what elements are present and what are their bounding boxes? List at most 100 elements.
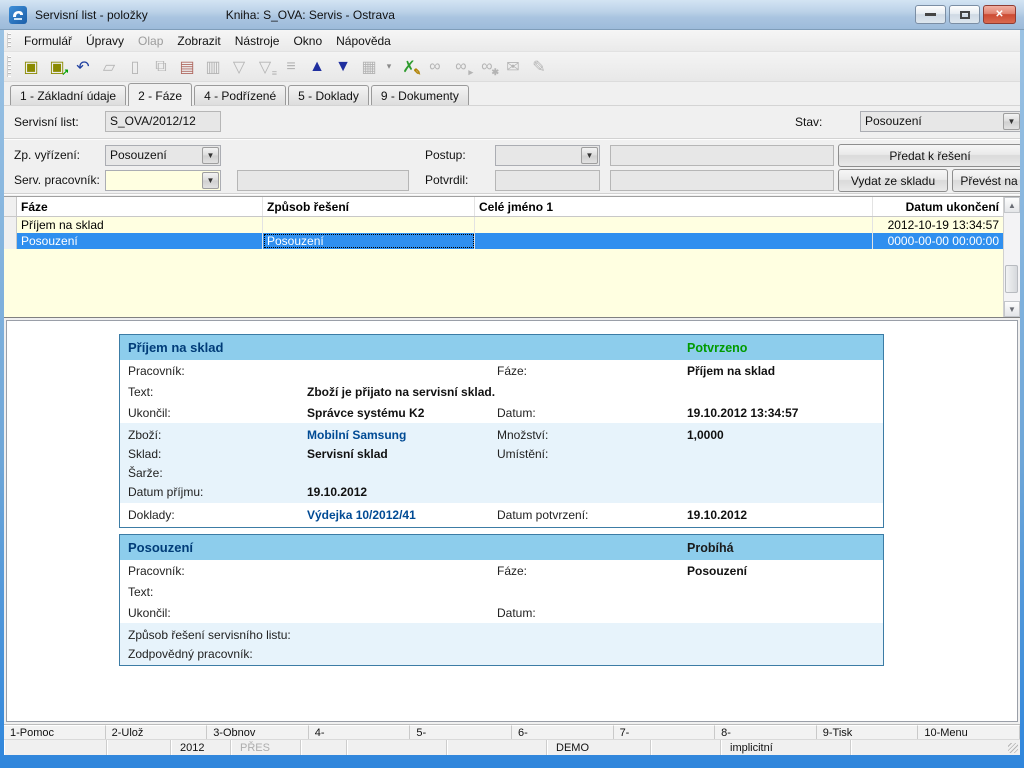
send-mail-icon: ✉	[501, 56, 525, 78]
predat-k-reseni-button[interactable]: Předat k řešení	[838, 144, 1020, 167]
faze-value: Posouzení	[687, 564, 883, 578]
grid-row-2[interactable]: PosouzeníPosouzení 0000-00-00 00:00:00	[4, 233, 1003, 249]
grid-cell[interactable]	[475, 217, 873, 233]
potvrdil-field[interactable]	[495, 170, 600, 191]
separator	[4, 138, 1020, 140]
edit-note-icon: ✎	[527, 56, 551, 78]
menu-item-napoveda[interactable]: Nápověda	[329, 32, 398, 50]
column-header-zpusob-reseni[interactable]: Způsob řešení	[263, 197, 475, 216]
scrollbar-thumb[interactable]	[1005, 265, 1018, 293]
undo-icon-glyph: ↶	[76, 57, 89, 77]
modify-icon[interactable]: ✗✎	[397, 56, 421, 78]
menubar-gripper-handle[interactable]	[7, 33, 11, 48]
find-next-icon: ∞▸	[449, 56, 473, 78]
menu-item-okno[interactable]: Okno	[286, 32, 329, 50]
paste-icon[interactable]: ▤	[175, 56, 199, 78]
scroll-down-icon[interactable]: ▼	[1004, 301, 1020, 317]
window-controls: ✕	[915, 5, 1016, 24]
tab-dokumenty[interactable]: 9 - Dokumenty	[371, 85, 469, 105]
fkey-4[interactable]: 4-	[309, 725, 411, 739]
menu-item-olap[interactable]: Olap	[131, 32, 170, 50]
column-header-datum-ukonceni[interactable]: Datum ukončení	[873, 197, 1003, 216]
row-selector[interactable]	[4, 217, 17, 233]
grid-cell[interactable]: 2012-10-19 13:34:57	[873, 217, 1003, 233]
zbozi-label: Zboží:	[120, 428, 307, 442]
fkey-9[interactable]: 9-Tisk	[817, 725, 919, 739]
grid-cell[interactable]: Posouzení	[263, 233, 475, 249]
move-up-icon[interactable]: ▲	[305, 56, 329, 78]
column-header-cele-jmeno[interactable]: Celé jméno 1	[475, 197, 873, 216]
resize-grip-handle[interactable]	[1008, 743, 1018, 753]
scrollbar-track[interactable]	[1004, 213, 1020, 301]
undo-icon[interactable]: ↶	[71, 56, 95, 78]
postup-label: Postup:	[425, 148, 466, 162]
fkey-6[interactable]: 6-	[512, 725, 614, 739]
datum-potvrzeni-value: 19.10.2012	[687, 508, 883, 522]
close-button[interactable]: ✕	[983, 5, 1016, 24]
prevest-na-button[interactable]: Převést na	[952, 169, 1020, 192]
save-icon[interactable]: ▣	[19, 56, 43, 78]
menu-item-nastroje[interactable]: Nástroje	[228, 32, 287, 50]
statusbar-cell-7	[447, 740, 547, 755]
doklady-link[interactable]: Výdejka 10/2012/41	[307, 508, 489, 522]
zp-vyrizeni-dropdown-icon[interactable]: ▼	[202, 147, 219, 164]
fkey-10[interactable]: 10-Menu	[918, 725, 1020, 739]
fkey-3[interactable]: 3-Obnov	[207, 725, 309, 739]
serv-pracovnik-text-field[interactable]	[237, 170, 409, 191]
fkey-5[interactable]: 5-	[410, 725, 512, 739]
minimize-button[interactable]	[915, 5, 946, 24]
grid-cell[interactable]: 0000-00-00 00:00:00	[873, 233, 1003, 249]
table-icon: ▦	[357, 56, 381, 78]
scroll-up-icon[interactable]: ▲	[1004, 197, 1020, 213]
grid-row-1[interactable]: Příjem na sklad 2012-10-19 13:34:57	[4, 217, 1003, 233]
zp-vyrizeni-combobox[interactable]: Posouzení ▼	[105, 145, 221, 166]
zbozi-link[interactable]: Mobilní Samsung	[307, 428, 489, 442]
grid-cell[interactable]	[475, 233, 873, 249]
grid-cell[interactable]	[263, 217, 475, 233]
save-icon-glyph: ▣	[23, 57, 38, 77]
potvrdil-text-field[interactable]	[610, 170, 834, 191]
fkey-7[interactable]: 7-	[614, 725, 716, 739]
grid-cell[interactable]: Příjem na sklad	[17, 217, 263, 233]
grid-vertical-scrollbar[interactable]: ▲ ▼	[1003, 197, 1020, 317]
statusbar-cell-5	[301, 740, 347, 755]
minimize-icon	[925, 13, 936, 16]
menu-item-upravy[interactable]: Úpravy	[79, 32, 131, 50]
menu-item-zobrazit[interactable]: Zobrazit	[170, 32, 227, 50]
postup-combobox[interactable]: ▼	[495, 145, 600, 166]
sklad-label: Sklad:	[120, 447, 307, 461]
statusbar-cell-2	[107, 740, 171, 755]
row-selector[interactable]	[4, 233, 17, 249]
fkey-8[interactable]: 8-	[715, 725, 817, 739]
postup-text-field[interactable]	[610, 145, 834, 166]
grid-empty-area	[4, 249, 1003, 317]
pracovnik-label: Pracovník:	[120, 364, 307, 378]
grid-cell[interactable]: Posouzení	[17, 233, 263, 249]
ukoncil-label: Ukončil:	[120, 606, 307, 620]
servisni-list-field[interactable]: S_OVA/2012/12	[105, 111, 221, 132]
open-folder-icon-glyph: ▱	[103, 57, 115, 77]
dropdown-caret-icon[interactable]: ▾	[383, 56, 395, 78]
serv-pracovnik-combobox[interactable]: ▼	[105, 170, 221, 191]
tab-podrizene[interactable]: 4 - Podřízené	[194, 85, 286, 105]
fkey-1[interactable]: 1-Pomoc	[4, 725, 106, 739]
tab-faze[interactable]: 2 - Fáze	[128, 83, 192, 106]
serv-pracovnik-label: Serv. pracovník:	[14, 173, 100, 187]
find-next-icon-badge: ▸	[468, 67, 473, 78]
maximize-button[interactable]	[949, 5, 980, 24]
move-down-icon[interactable]: ▼	[331, 56, 355, 78]
fkey-2[interactable]: 2-Ulož	[106, 725, 208, 739]
toolbar-gripper-handle[interactable]	[7, 56, 11, 76]
statusbar-cell-8: DEMO	[547, 740, 651, 755]
column-header-faze[interactable]: Fáze	[17, 197, 263, 216]
stav-combobox[interactable]: Posouzení ▼	[860, 111, 1020, 132]
statusbar-cell-4: PŘES	[231, 740, 301, 755]
tab-doklady[interactable]: 5 - Doklady	[288, 85, 369, 105]
postup-dropdown-icon[interactable]: ▼	[581, 147, 598, 164]
save-as-icon[interactable]: ▣↗	[45, 56, 69, 78]
tab-zakladni-udaje[interactable]: 1 - Základní údaje	[10, 85, 126, 105]
vydat-ze-skladu-button[interactable]: Vydat ze skladu	[838, 169, 948, 192]
menu-item-formular[interactable]: Formulář	[17, 32, 79, 50]
serv-pracovnik-dropdown-icon[interactable]: ▼	[202, 172, 219, 189]
stav-dropdown-icon[interactable]: ▼	[1003, 113, 1020, 130]
